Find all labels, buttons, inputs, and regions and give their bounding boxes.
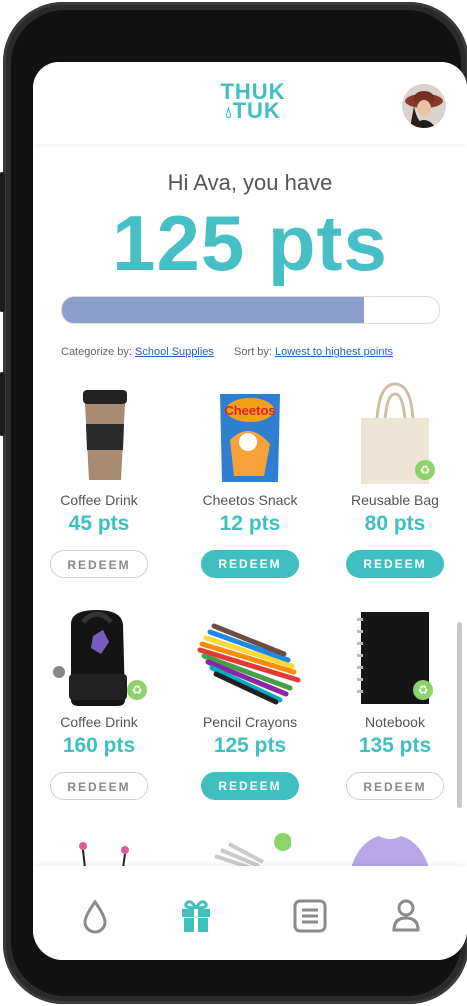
product-name: Reusable Bag <box>351 492 439 508</box>
product-points: 80 pts <box>364 512 426 535</box>
product-name: Coffee Drink <box>60 714 138 730</box>
pencil-crayons-image <box>190 602 310 712</box>
sort-link[interactable]: Lowest to highest points <box>275 346 393 358</box>
product-points: 125 pts <box>213 734 287 757</box>
product-card: Pencil Crayons 125 pts REDEEM <box>190 602 310 800</box>
phone-side-button <box>0 372 5 436</box>
product-card: ♻ Notebook 135 pts REDEEM <box>335 602 455 800</box>
product-name: Notebook <box>365 714 425 730</box>
person-icon[interactable] <box>386 896 426 936</box>
product-points: 45 pts <box>68 512 130 535</box>
coffee-cup-image <box>39 380 159 490</box>
recycle-icon: ♻ <box>415 460 435 480</box>
product-name: Pencil Crayons <box>202 714 298 730</box>
logo-line-2: 💧︎TUK <box>225 98 281 123</box>
backpack-image: ♻ <box>39 602 159 712</box>
sort-label: Sort by: <box>234 346 272 358</box>
greeting-text: Hi Ava, you have <box>167 170 333 195</box>
product-points: 135 pts <box>358 734 432 757</box>
notebook-image: ♻ <box>335 602 455 712</box>
filter-bar: Categorize by: School Supplies Sort by: … <box>61 346 393 358</box>
product-card: ♻ Reusable Bag 80 pts REDEEM <box>335 380 455 578</box>
progress-fill <box>62 297 364 323</box>
list-icon[interactable] <box>290 896 330 936</box>
points-total: 125 pts <box>112 199 388 287</box>
app-logo[interactable]: THUK 💧︎TUK <box>213 81 293 123</box>
redeem-button[interactable]: REDEEM <box>346 550 444 578</box>
product-card: ♻ Coffee Drink 160 pts REDEEM <box>39 602 159 800</box>
redeem-button[interactable]: REDEEM <box>50 772 148 800</box>
product-points: 12 pts <box>219 512 281 535</box>
app-header: THUK 💧︎TUK <box>33 62 467 144</box>
redeem-button[interactable]: REDEEM <box>201 772 299 800</box>
tote-bag-image: ♻ <box>335 380 455 490</box>
product-name: Cheetos Snack <box>202 492 298 508</box>
recycle-icon: ♻ <box>127 680 147 700</box>
sweater-image <box>345 832 435 868</box>
scrollbar[interactable] <box>457 622 462 808</box>
redeem-button[interactable]: REDEEM <box>50 550 148 578</box>
avatar[interactable] <box>402 84 446 128</box>
app-screen: THUK 💧︎TUK Hi Ava, you have 125 pts Cate… <box>33 62 467 960</box>
product-points: 160 pts <box>62 734 136 757</box>
earbuds-image <box>73 838 133 869</box>
svg-text:Cheetos: Cheetos <box>224 403 275 418</box>
phone-side-button <box>0 172 5 312</box>
snack-bag-image: Cheetos <box>190 380 310 490</box>
gift-icon[interactable] <box>176 896 216 936</box>
redeem-button[interactable]: REDEEM <box>346 772 444 800</box>
redeem-button[interactable]: REDEEM <box>201 550 299 578</box>
categorize-label: Categorize by: <box>61 346 132 358</box>
categorize-link[interactable]: School Supplies <box>135 346 214 358</box>
recycle-icon: ♻ <box>413 680 433 700</box>
product-card: Cheetos Cheetos Snack 12 pts REDEEM <box>190 380 310 578</box>
product-name: Coffee Drink <box>60 492 138 508</box>
product-card: Coffee Drink 45 pts REDEEM <box>39 380 159 578</box>
metal-straws-image <box>211 832 292 870</box>
points-progress-bar <box>61 296 440 324</box>
drop-icon[interactable] <box>75 896 115 936</box>
bottom-nav <box>33 866 467 960</box>
